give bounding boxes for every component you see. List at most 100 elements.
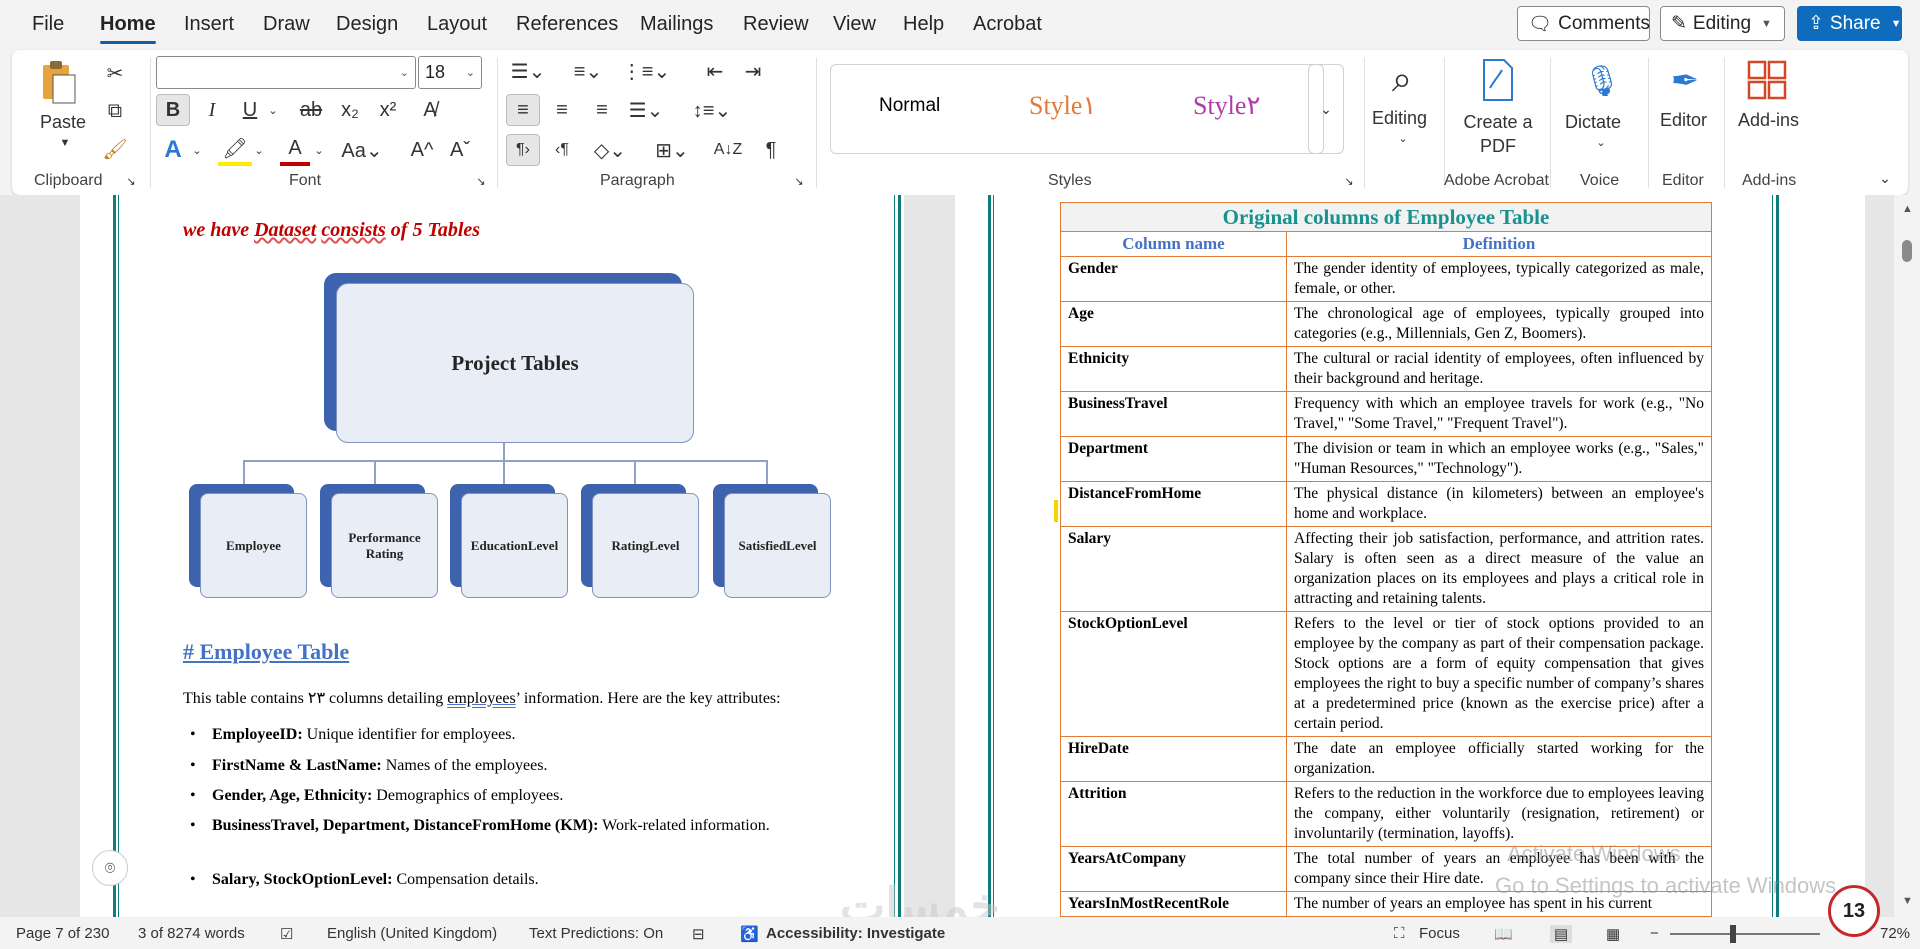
tab-file[interactable]: File [32, 13, 64, 36]
print-layout-icon[interactable]: ▤ [1550, 925, 1573, 943]
shrink-font-icon[interactable]: Aˇ [444, 134, 476, 166]
proofing-icon[interactable]: ☑ [280, 925, 293, 943]
scroll-down-icon[interactable]: ▼ [1902, 895, 1913, 907]
tab-mailings[interactable]: Mailings [640, 13, 713, 36]
focus-icon[interactable]: ⛶ [1394, 925, 1405, 942]
rtl-direction-icon[interactable]: ‹¶ [546, 134, 578, 166]
macro-icon[interactable]: ⊟ [692, 925, 705, 943]
employee-table-description[interactable]: This table contains ٢٣ columns detailing… [183, 688, 781, 708]
underline-button[interactable]: U [234, 94, 266, 126]
tab-layout[interactable]: Layout [427, 13, 487, 36]
style-2[interactable]: Style٢ [1193, 91, 1260, 121]
pdf-icon[interactable] [1476, 56, 1520, 104]
read-mode-icon[interactable]: 📖 [1494, 925, 1513, 943]
highlight-icon[interactable]: 🖍 [218, 134, 252, 166]
accessibility-status[interactable]: Accessibility: Investigate [766, 925, 945, 942]
employee-table-heading[interactable]: # Employee Table [183, 639, 349, 665]
tab-view[interactable]: View [833, 13, 876, 36]
notification-badge[interactable]: 13 [1828, 885, 1880, 937]
increase-indent-icon[interactable]: ⇥ [738, 56, 768, 86]
bullet-item[interactable]: Salary, StockOptionLevel: Compensation d… [190, 868, 782, 892]
grow-font-icon[interactable]: A^ [406, 134, 438, 166]
tab-references[interactable]: References [516, 13, 618, 36]
bullet-item[interactable]: BusinessTravel, Department, DistanceFrom… [190, 814, 782, 838]
vertical-scrollbar[interactable]: ▲ ▼ [1894, 195, 1920, 917]
text-effects-icon[interactable]: A [156, 134, 190, 166]
editing-button[interactable]: Editing [1372, 108, 1427, 129]
paste-icon[interactable] [38, 58, 78, 106]
create-pdf-button[interactable]: Create a PDF [1458, 110, 1538, 158]
italic-button[interactable]: I [196, 94, 228, 126]
dictate-button[interactable]: Dictate [1565, 112, 1621, 133]
text-predictions[interactable]: Text Predictions: On [529, 925, 663, 942]
decrease-indent-icon[interactable]: ⇤ [700, 56, 730, 86]
font-color-icon[interactable]: A [280, 134, 310, 166]
bullet-item[interactable]: FirstName & LastName: Names of the emplo… [190, 754, 782, 778]
employee-columns-table[interactable]: Original columns of Employee Table Colum… [1060, 202, 1712, 917]
style-normal[interactable]: Normal [879, 95, 940, 117]
font-name-select[interactable]: ⌄ [156, 56, 416, 89]
multilevel-list-icon[interactable]: ⋮≡⌄ [622, 56, 670, 86]
shading-icon[interactable]: ◇⌄ [590, 134, 630, 166]
microphone-icon[interactable]: 🎙 [1580, 56, 1624, 106]
strikethrough-button[interactable]: ab [294, 94, 328, 126]
chevron-down-icon[interactable]: ⌄ [1396, 130, 1410, 146]
font-size-select[interactable]: 18 ⌄ [418, 56, 482, 89]
chevron-down-icon[interactable]: ▼ [58, 136, 72, 150]
chevron-down-icon[interactable]: ⌄ [312, 140, 326, 160]
cut-icon[interactable]: ✂ [100, 58, 130, 88]
subscript-button[interactable]: x₂ [334, 94, 366, 126]
chevron-down-icon[interactable]: ⌄ [1594, 134, 1608, 150]
show-formatting-icon[interactable]: ¶ [756, 134, 786, 166]
align-center-icon[interactable]: ≡ [546, 94, 578, 126]
superscript-button[interactable]: x² [372, 94, 404, 126]
chevron-down-icon[interactable]: ⌄ [266, 100, 280, 120]
dialog-launcher-icon[interactable]: ↘ [474, 174, 488, 188]
focus-mode[interactable]: Focus [1419, 925, 1460, 942]
search-icon[interactable]: ⌕ [1370, 54, 1434, 104]
tab-acrobat[interactable]: Acrobat [973, 13, 1042, 36]
fingerprint-icon[interactable]: ⌾ [92, 850, 128, 886]
editing-mode-button[interactable]: ✎ Editing ▼ [1660, 6, 1785, 41]
addins-button[interactable]: Add-ins [1738, 110, 1799, 131]
dialog-launcher-icon[interactable]: ↘ [124, 174, 138, 188]
scroll-up-icon[interactable]: ▲ [1902, 203, 1913, 215]
style-1[interactable]: Style١ [1029, 91, 1096, 121]
chevron-down-icon[interactable]: ⌄ [190, 140, 204, 160]
dialog-launcher-icon[interactable]: ↘ [792, 174, 806, 188]
web-layout-icon[interactable]: ▦ [1606, 925, 1620, 943]
align-left-icon[interactable]: ≡ [506, 94, 540, 126]
tab-help[interactable]: Help [903, 13, 944, 36]
accessibility-icon[interactable]: ♿ [740, 925, 759, 943]
zoom-slider-thumb[interactable] [1730, 925, 1736, 943]
chevron-down-icon[interactable]: ⌄ [252, 140, 266, 160]
format-painter-icon[interactable]: 🖌 [100, 134, 130, 164]
scrollbar-thumb[interactable] [1902, 240, 1912, 262]
zoom-out-icon[interactable]: − [1650, 925, 1659, 942]
borders-icon[interactable]: ⊞⌄ [652, 134, 692, 166]
share-button[interactable]: ⇪ Share ▼ [1797, 6, 1902, 41]
tab-home[interactable]: Home [100, 13, 156, 44]
language[interactable]: English (United Kingdom) [327, 925, 497, 942]
sort-icon[interactable]: A↓Z [712, 134, 744, 166]
bullet-item[interactable]: Gender, Age, Ethnicity: Demographics of … [190, 784, 782, 808]
tab-review[interactable]: Review [743, 13, 809, 36]
page-count[interactable]: Page 7 of 230 [16, 925, 109, 942]
change-case-icon[interactable]: Aa⌄ [341, 134, 382, 166]
justify-icon[interactable]: ☰⌄ [626, 94, 666, 126]
zoom-slider[interactable] [1670, 933, 1820, 935]
bullet-item[interactable]: EmployeeID: Unique identifier for employ… [190, 723, 782, 747]
tab-design[interactable]: Design [336, 13, 398, 36]
copy-icon[interactable]: ⧉ [100, 96, 130, 126]
tab-draw[interactable]: Draw [263, 13, 310, 36]
addins-icon[interactable] [1744, 58, 1790, 102]
bullets-icon[interactable]: ☰⌄ [508, 56, 548, 86]
line-spacing-icon[interactable]: ↕≡⌄ [690, 94, 734, 126]
align-right-icon[interactable]: ≡ [586, 94, 618, 126]
paste-button[interactable]: Paste [40, 112, 86, 133]
editor-pen-icon[interactable]: ✒ [1658, 56, 1712, 106]
tab-insert[interactable]: Insert [184, 13, 234, 36]
dialog-launcher-icon[interactable]: ↘ [1342, 174, 1356, 188]
clear-formatting-icon[interactable]: A̸ [414, 94, 446, 126]
styles-more-icon[interactable]: ⌄ [1308, 64, 1344, 154]
